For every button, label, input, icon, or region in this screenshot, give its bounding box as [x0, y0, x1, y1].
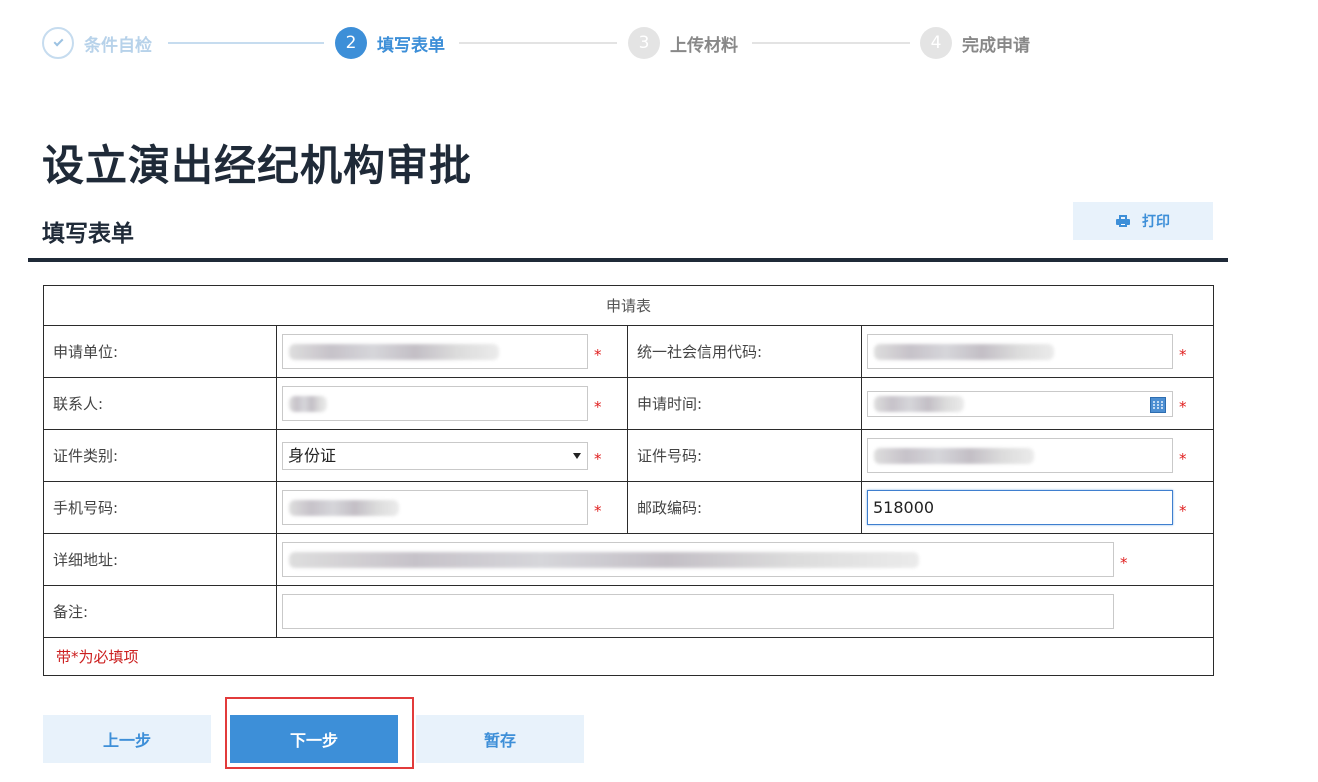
redacted-text	[874, 448, 1034, 464]
step-condition-check: 条件自检	[42, 26, 152, 60]
page-title: 设立演出经纪机构审批	[42, 141, 473, 190]
remark-input[interactable]	[282, 594, 1114, 629]
required-mark: *	[594, 501, 602, 520]
required-mark: *	[1179, 397, 1187, 416]
redacted-text	[289, 552, 919, 568]
mobile-label: 手机号码:	[43, 481, 277, 534]
required-mark: *	[594, 397, 602, 416]
credit-code-input[interactable]	[867, 334, 1173, 369]
required-mark: *	[594, 449, 602, 468]
remark-label: 备注:	[43, 585, 277, 638]
step-label: 条件自检	[84, 35, 152, 56]
address-label: 详细地址:	[43, 533, 277, 586]
applicant-unit-label: 申请单位:	[43, 325, 277, 378]
contact-input[interactable]	[282, 386, 588, 421]
print-button[interactable]: 打印	[1073, 202, 1213, 240]
prev-step-button[interactable]: 上一步	[43, 715, 211, 763]
postcode-input[interactable]: 518000	[867, 490, 1173, 525]
redacted-text	[874, 395, 964, 412]
id-type-label: 证件类别:	[43, 429, 277, 482]
chevron-down-icon	[573, 452, 581, 459]
step-label: 填写表单	[377, 35, 445, 56]
applicant-unit-input[interactable]	[282, 334, 588, 369]
postcode-label: 邮政编码:	[627, 481, 862, 534]
check-icon	[42, 27, 74, 59]
step-connector	[168, 42, 324, 44]
redacted-text	[289, 396, 327, 412]
step-label: 上传材料	[670, 35, 738, 56]
step-complete: 4 完成申请	[920, 26, 1030, 60]
print-label: 打印	[1142, 214, 1170, 230]
apply-time-label: 申请时间:	[627, 377, 862, 430]
next-step-button[interactable]: 下一步	[230, 715, 398, 763]
id-type-value: 身份证	[288, 445, 337, 465]
credit-code-label: 统一社会信用代码:	[627, 325, 862, 378]
progress-stepper: 条件自检 2 填写表单 3 上传材料 4 完成申请	[42, 26, 1042, 60]
step-upload-materials: 3 上传材料	[628, 26, 738, 60]
required-mark: *	[1120, 553, 1128, 572]
application-form: 申请表 申请单位: * 统一社会信用代码: * 联系人: * 申请时间: * 证…	[42, 285, 1215, 676]
required-mark: *	[1179, 449, 1187, 468]
mobile-input[interactable]	[282, 490, 588, 525]
id-number-input[interactable]	[867, 438, 1173, 473]
id-type-select[interactable]: 身份证	[282, 441, 588, 470]
save-draft-button[interactable]: 暂存	[416, 715, 584, 763]
redacted-text	[289, 344, 499, 360]
address-input[interactable]	[282, 542, 1114, 577]
form-table-title: 申请表	[42, 285, 1215, 326]
redacted-text	[874, 344, 1054, 360]
redacted-text	[289, 500, 399, 516]
calendar-icon[interactable]	[1150, 396, 1166, 413]
step-label: 完成申请	[962, 35, 1030, 56]
section-title: 填写表单	[42, 221, 134, 247]
step-number: 2	[335, 27, 367, 59]
step-connector	[752, 42, 910, 44]
required-note: 带*为必填项	[42, 637, 1215, 676]
step-number: 3	[628, 27, 660, 59]
required-mark: *	[1179, 345, 1187, 364]
id-number-label: 证件号码:	[627, 429, 862, 482]
step-connector	[459, 42, 617, 44]
apply-time-input[interactable]	[867, 390, 1173, 417]
contact-label: 联系人:	[43, 377, 277, 430]
required-mark: *	[1179, 501, 1187, 520]
printer-icon	[1116, 215, 1130, 227]
required-mark: *	[594, 345, 602, 364]
title-divider	[28, 258, 1228, 262]
step-number: 4	[920, 27, 952, 59]
step-fill-form: 2 填写表单	[335, 26, 445, 60]
